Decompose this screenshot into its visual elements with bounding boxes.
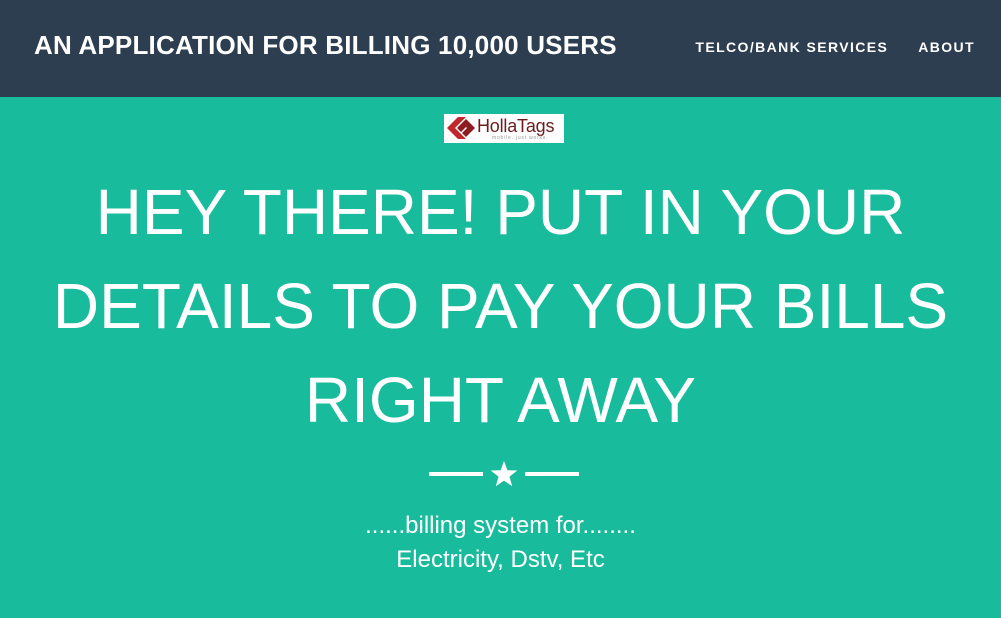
nav-link-telco-bank-services[interactable]: TELCO/BANK SERVICES <box>695 39 888 55</box>
logo-tagline: mobile. just works. <box>492 135 549 141</box>
star-icon <box>490 461 518 487</box>
hollatags-logo: HollaTags mobile. just works. <box>444 114 564 143</box>
hollatags-logo-mark-icon <box>447 117 475 139</box>
star-divider <box>429 459 579 489</box>
hero-headline: HEY THERE! PUT IN YOUR DETAILS TO PAY YO… <box>52 176 949 436</box>
top-navbar: AN APPLICATION FOR BILLING 10,000 USERS … <box>0 0 1001 97</box>
nav-link-about[interactable]: ABOUT <box>918 39 975 55</box>
nav-links: TELCO/BANK SERVICES ABOUT <box>695 39 975 55</box>
logo-wordmark: HollaTags <box>477 116 555 136</box>
divider-line-right <box>525 472 579 476</box>
hero-subtitle-line1: ......billing system for........ <box>365 512 636 539</box>
brand-link[interactable]: AN APPLICATION FOR BILLING 10,000 USERS <box>34 30 617 61</box>
hero-section: HollaTags mobile. just works. HEY THERE!… <box>0 97 1001 618</box>
hero-subtitle-line2: Electricity, Dstv, Etc <box>396 546 605 573</box>
divider-line-left <box>429 472 483 476</box>
